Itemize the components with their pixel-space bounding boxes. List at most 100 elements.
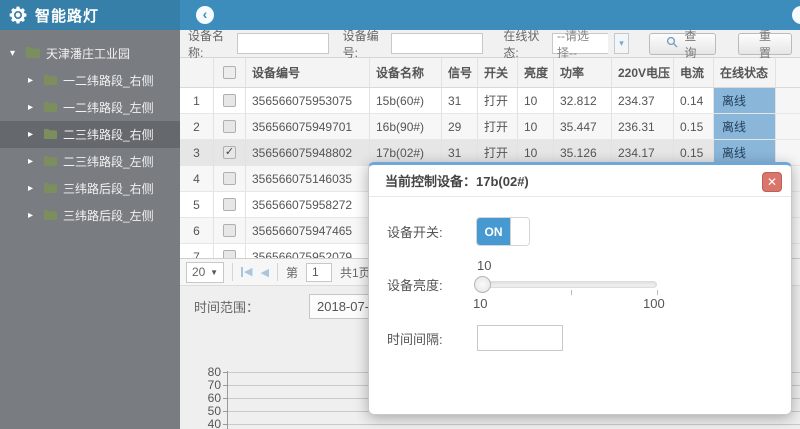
caret-right-icon[interactable]: ▸ xyxy=(28,156,38,167)
modal-title: 当前控制设备：17b(02#) xyxy=(369,165,791,197)
reset-button-label: 重置 xyxy=(759,28,772,60)
header-voltage[interactable]: 220V电压 xyxy=(612,58,674,87)
cell-cb xyxy=(214,244,246,258)
forward-button[interactable] xyxy=(792,6,800,24)
header-switch[interactable]: 开关 xyxy=(478,58,518,87)
interval-input[interactable] xyxy=(477,325,563,351)
cell-id: 356566075947465 xyxy=(246,218,370,243)
reset-button[interactable]: 重置 xyxy=(738,29,792,60)
row-checkbox[interactable] xyxy=(223,250,236,258)
sidebar-item-4[interactable]: ▸ 二三纬路段_左侧 xyxy=(0,148,180,175)
folder-open-icon xyxy=(26,46,40,61)
tree-root-label[interactable]: 天津潘庄工业园 xyxy=(46,45,130,62)
header-status[interactable]: 在线状态 xyxy=(714,58,776,87)
tree-root-item[interactable]: ▾ 天津潘庄工业园 xyxy=(0,40,180,67)
folder-icon xyxy=(44,74,57,88)
page-size-select[interactable]: 20 ▼ xyxy=(186,261,224,283)
prev-page-icon[interactable]: ◀ xyxy=(260,266,268,279)
cell-index: 2 xyxy=(180,114,214,139)
cell-id: 356566075952079 xyxy=(246,244,370,258)
table-row[interactable]: 1 356566075953075 15b(60#) 31 打开 10 32.812 234.… xyxy=(180,88,800,114)
header-checkbox-cell xyxy=(214,58,246,87)
folder-icon xyxy=(44,128,57,142)
sidebar-item-5[interactable]: ▸ 三纬路后段_右侧 xyxy=(0,175,180,202)
cell-power: 35.447 xyxy=(554,114,612,139)
y-axis-tick-label: 50 xyxy=(207,404,221,418)
caret-right-icon[interactable]: ▸ xyxy=(28,183,38,194)
row-checkbox[interactable]: ✓ xyxy=(223,146,236,159)
row-checkbox[interactable] xyxy=(223,198,236,211)
cell-cb: ✓ xyxy=(214,140,246,165)
close-icon[interactable]: ✕ xyxy=(762,172,782,192)
sidebar-item-label[interactable]: 一二纬路段_左侧 xyxy=(63,99,154,116)
divider xyxy=(276,263,278,281)
row-checkbox[interactable] xyxy=(223,224,236,237)
brightness-slider[interactable]: 10 10 100 xyxy=(473,258,665,311)
header-device-id[interactable]: 设备编号 xyxy=(246,58,370,87)
slider-tick xyxy=(570,289,572,295)
table-row[interactable]: 2 356566075949701 16b(90#) 29 打开 10 35.447 236.… xyxy=(180,114,800,140)
header-power[interactable]: 功率 xyxy=(554,58,612,87)
header-filler xyxy=(776,58,800,87)
cell-index: 7 xyxy=(180,244,214,258)
select-all-checkbox[interactable] xyxy=(223,66,236,79)
sidebar-item-label[interactable]: 二三纬路段_右侧 xyxy=(63,126,154,143)
search-button-label: 查询 xyxy=(684,28,697,60)
chevron-down-icon[interactable]: ▾ xyxy=(614,33,629,54)
total-pages-label: 共1页 xyxy=(339,265,371,280)
row-checkbox[interactable] xyxy=(223,172,236,185)
search-button[interactable]: 查询 xyxy=(648,29,717,60)
sidebar-item-label[interactable]: 二三纬路段_左侧 xyxy=(63,153,154,170)
app-title: 智能路灯 xyxy=(35,7,100,25)
caret-down-icon[interactable]: ▾ xyxy=(10,48,20,59)
header-brightness[interactable]: 亮度 xyxy=(518,58,554,87)
sidebar-item-1[interactable]: ▸ 一二纬路段_右侧 xyxy=(0,67,180,94)
cell-switch: 打开 xyxy=(478,88,518,113)
cell-id: 356566075953075 xyxy=(246,88,370,113)
sidebar-item-3[interactable]: ▸ 二三纬路段_右侧 xyxy=(0,121,180,148)
status-badge: 离线 xyxy=(714,114,775,139)
toggle-knob[interactable] xyxy=(510,218,529,245)
page-number-input[interactable] xyxy=(305,262,332,282)
header-signal[interactable]: 信号 xyxy=(442,58,478,87)
y-axis-tick-label: 80 xyxy=(207,365,221,379)
cell-index: 4 xyxy=(180,166,214,191)
cell-id: 356566075949701 xyxy=(246,114,370,139)
back-button[interactable]: ‹ xyxy=(196,6,214,24)
page-label: 第 xyxy=(285,265,298,280)
sidebar-item-label[interactable]: 三纬路后段_右侧 xyxy=(63,180,154,197)
first-page-icon[interactable]: ◀ xyxy=(241,267,252,278)
slider-tick xyxy=(657,289,658,295)
folder-icon xyxy=(44,182,57,196)
slider-handle[interactable] xyxy=(474,275,491,293)
device-switch-toggle[interactable]: ON xyxy=(477,218,529,245)
device-name-input[interactable] xyxy=(236,33,329,54)
slider-track[interactable] xyxy=(477,280,657,288)
cell-voltage: 234.37 xyxy=(612,88,674,113)
cell-id: 356566075958272 xyxy=(246,192,370,217)
sidebar-item-label[interactable]: 三纬路后段_左侧 xyxy=(63,207,154,224)
brightness-value: 10 xyxy=(477,257,492,273)
header-device-name[interactable]: 设备名称 xyxy=(370,58,442,87)
caret-right-icon[interactable]: ▸ xyxy=(28,210,38,221)
online-status-select[interactable]: --请选择-- xyxy=(551,29,609,60)
caret-right-icon[interactable]: ▸ xyxy=(28,75,38,86)
switch-row: 设备开关: ON xyxy=(387,218,529,245)
row-checkbox[interactable] xyxy=(223,94,236,107)
slider-min-label: 10 xyxy=(473,295,488,311)
sidebar-item-label[interactable]: 一二纬路段_右侧 xyxy=(63,72,154,89)
cell-index: 3 xyxy=(180,140,214,165)
row-checkbox[interactable] xyxy=(223,120,236,133)
toggle-on-label: ON xyxy=(477,218,510,245)
sidebar-item-6[interactable]: ▸ 三纬路后段_左侧 xyxy=(0,202,180,229)
device-number-input[interactable] xyxy=(391,33,484,54)
cell-cb xyxy=(214,88,246,113)
logo-bar: 智能路灯 xyxy=(0,0,180,30)
caret-right-icon[interactable]: ▸ xyxy=(28,102,38,113)
sidebar-item-2[interactable]: ▸ 一二纬路段_左侧 xyxy=(0,94,180,121)
header-current[interactable]: 电流 xyxy=(674,58,714,87)
top-navbar: ‹ xyxy=(180,0,800,30)
cell-fill xyxy=(776,88,800,113)
brightness-label: 设备亮度: xyxy=(387,278,443,293)
caret-right-icon[interactable]: ▸ xyxy=(28,129,38,140)
